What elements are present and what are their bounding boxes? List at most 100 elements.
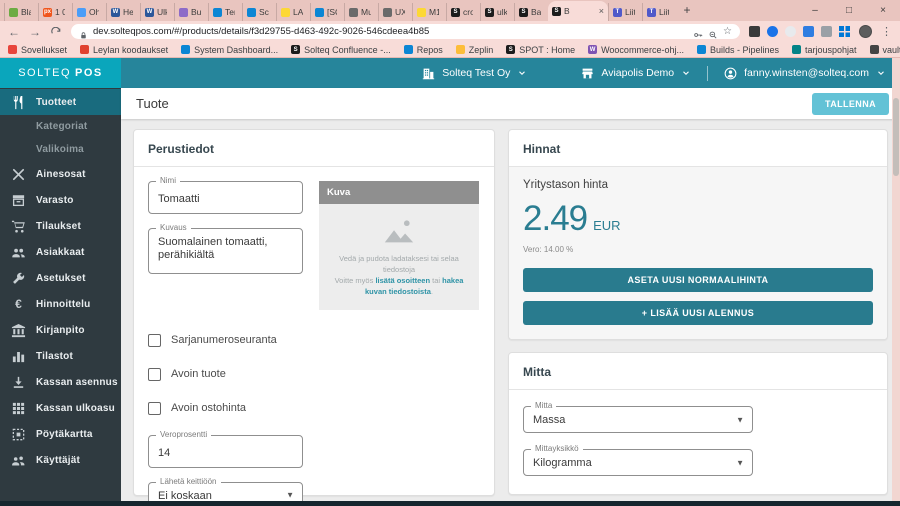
forward-icon[interactable]: → [29, 26, 41, 38]
dropdown-caret-icon: ▼ [286, 490, 294, 500]
extension-icon[interactable] [821, 26, 832, 37]
zoom-icon[interactable] [708, 27, 718, 38]
bookmark-item[interactable]: vault.solteq.com [869, 45, 900, 55]
sidebar-item[interactable]: Asetukset [0, 265, 121, 291]
image-drop-zone[interactable]: Vedä ja pudota ladataksesi tai selaa tie… [319, 204, 479, 310]
euro-icon: € [15, 297, 22, 311]
extension-icon[interactable] [785, 26, 796, 37]
browser-tab[interactable]: Bulk [174, 3, 208, 21]
bookmark-star-icon[interactable]: ☆ [723, 26, 732, 37]
new-tab-button[interactable]: + [676, 0, 698, 21]
bookmark-item[interactable]: S Solteq Confluence -... [291, 45, 391, 55]
bookmark-item[interactable]: Builds - Pipelines [696, 45, 779, 55]
close-button[interactable]: × [866, 0, 900, 21]
sidebar-item[interactable]: Ainesosat [0, 161, 121, 187]
checkbox-row[interactable]: Avoin ostohinta [148, 401, 480, 415]
page-scrollbar[interactable] [892, 58, 900, 506]
browser-tab[interactable]: S cross [446, 3, 480, 21]
browser-tab[interactable]: S Back [514, 3, 548, 21]
add-discount-button[interactable]: + LISÄÄ UUSI ALENNUS [523, 301, 873, 325]
browser-tab[interactable]: T Liity [642, 3, 676, 21]
checkbox-row[interactable]: Avoin tuote [148, 367, 480, 381]
name-field[interactable]: Nimi [148, 176, 303, 214]
name-input[interactable] [158, 193, 293, 205]
bookmark-item[interactable]: tarjouspohjat [792, 45, 857, 55]
windows-icon[interactable] [839, 26, 850, 37]
url-text[interactable]: dev.solteqpos.com/#/products/details/f3d… [93, 26, 688, 37]
description-field[interactable]: Kuvaus Suomalainen tomaatti, perähikiält… [148, 223, 303, 274]
minimize-button[interactable]: – [798, 0, 832, 21]
sidebar-item[interactable]: Käyttäjät [0, 447, 121, 473]
tab-close-icon[interactable]: × [599, 6, 604, 16]
checkbox[interactable] [148, 401, 161, 415]
tab-title: Back [531, 7, 541, 17]
unit-select[interactable]: Mittayksikkö Kilogramma ▼ [523, 444, 753, 476]
sidebar-item[interactable]: Tilaukset [0, 213, 121, 239]
browser-tab[interactable]: Temp [208, 3, 242, 21]
browser-menu-icon[interactable]: ⋮ [881, 25, 892, 38]
browser-tab[interactable]: T Liity [608, 3, 642, 21]
browser-profile-avatar[interactable] [859, 25, 872, 38]
browser-tab[interactable]: S ulkop [480, 3, 514, 21]
sidebar-item[interactable]: € Hinnoittelu [0, 291, 121, 317]
add-url-link[interactable]: lisätä osoitteen [375, 276, 430, 285]
browser-tab[interactable]: Black [4, 3, 38, 21]
measure-select[interactable]: Mitta Massa ▼ [523, 401, 753, 433]
sidebar-item[interactable]: Valikoima [0, 138, 121, 161]
sidebar-item[interactable]: Tuotteet [0, 89, 121, 115]
browser-tab[interactable]: W Hein [106, 3, 140, 21]
extension-icon[interactable] [749, 26, 760, 37]
back-icon[interactable]: ← [8, 26, 20, 38]
window-controls: – □ × [798, 0, 900, 21]
sidebar-item[interactable]: Kirjanpito [0, 317, 121, 343]
browser-tab[interactable]: [SQl [310, 3, 344, 21]
browser-tab[interactable]: Scrum [242, 3, 276, 21]
set-normal-price-button[interactable]: ASETA UUSI NORMAALIHINTA [523, 268, 873, 292]
sidebar-item[interactable]: Varasto [0, 187, 121, 213]
checkbox[interactable] [148, 367, 161, 381]
vat-percent-input[interactable] [158, 446, 293, 459]
sidebar-item[interactable]: Kassan asennus [0, 369, 121, 395]
scrollbar-thumb[interactable] [893, 98, 899, 176]
user-menu[interactable]: fanny.winsten@solteq.com [724, 67, 886, 80]
measure-title: Mitta [509, 353, 887, 390]
bottom-edge [0, 501, 900, 506]
sidebar-item[interactable]: Asiakkaat [0, 239, 121, 265]
refresh-icon[interactable] [50, 26, 62, 38]
sidebar-item-label: Kassan asennus [36, 376, 118, 388]
bookmark-item[interactable]: Repos [403, 45, 443, 55]
bookmark-item[interactable]: System Dashboard... [181, 45, 278, 55]
bookmark-item[interactable]: S SPOT : Home [506, 45, 575, 55]
browser-tab[interactable]: M12 [412, 3, 446, 21]
image-uploader[interactable]: Kuva Vedä ja pudota ladataksesi tai sela… [319, 181, 479, 310]
checkbox-row[interactable]: Sarjanumeroseuranta [148, 333, 480, 347]
browser-tab[interactable]: px 1 000 [38, 3, 72, 21]
description-input[interactable]: Suomalainen tomaatti, perähikiältä [158, 236, 293, 262]
extension-icon[interactable] [767, 26, 778, 37]
browser-tab[interactable]: S B × [548, 1, 608, 21]
restaurant-icon [11, 95, 26, 110]
browser-tab[interactable]: W Ulko [140, 3, 174, 21]
bookmark-item[interactable]: Zeplin [455, 45, 493, 55]
vat-percent-field[interactable]: Veroprosentti [148, 429, 303, 468]
browser-tab[interactable]: LAAS [276, 3, 310, 21]
checkbox[interactable] [148, 333, 161, 347]
browser-tab[interactable]: UX B [378, 3, 412, 21]
store-selector[interactable]: Aviapolis Demo [581, 67, 691, 80]
maximize-button[interactable]: □ [832, 0, 866, 21]
company-selector[interactable]: Solteq Test Oy [422, 67, 527, 80]
browser-tab[interactable]: Muka [344, 3, 378, 21]
sidebar-item[interactable]: Kategoriat [0, 115, 121, 138]
save-button[interactable]: TALLENNA [811, 92, 889, 115]
password-key-icon[interactable] [693, 27, 703, 37]
sidebar-item[interactable]: Tilastot [0, 343, 121, 369]
measure-label: Mitta [531, 401, 557, 410]
sidebar-item[interactable]: Pöytäkartta [0, 421, 121, 447]
bookmark-item[interactable]: Sovellukset [8, 45, 67, 55]
bookmark-item[interactable]: W Woocommerce-ohj... [588, 45, 684, 55]
browser-tab[interactable]: Ohje [72, 3, 106, 21]
address-bar[interactable]: dev.solteqpos.com/#/products/details/f3d… [71, 24, 740, 39]
bookmark-item[interactable]: Leylan koodaukset [80, 45, 168, 55]
extension-icon[interactable] [803, 26, 814, 37]
sidebar-item[interactable]: Kassan ulkoasu [0, 395, 121, 421]
